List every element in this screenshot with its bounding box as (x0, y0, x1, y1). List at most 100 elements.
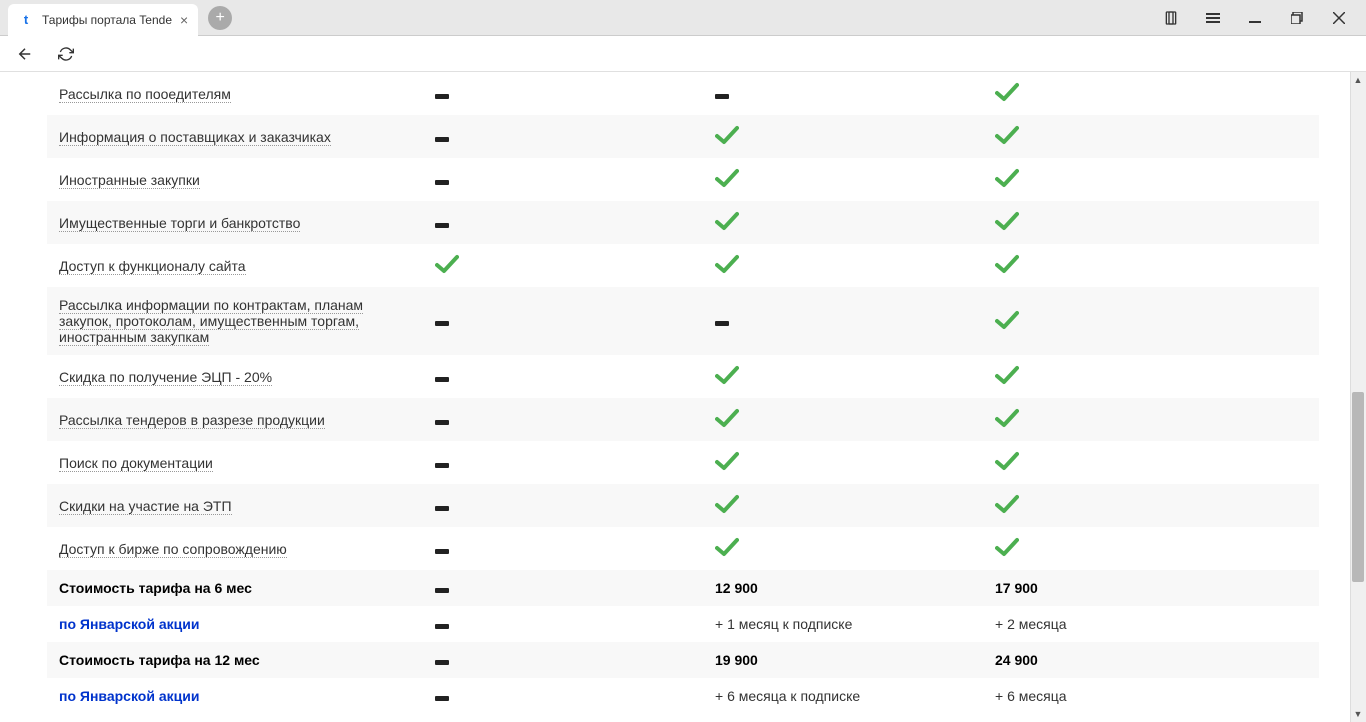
plan-cell (707, 158, 987, 201)
feature-label[interactable]: Скидка по получение ЭЦП - 20% (59, 369, 272, 386)
promo-value: + 6 месяца к подписке (715, 688, 860, 704)
plan-cell: + 6 месяца к подписке (707, 678, 987, 714)
check-icon (995, 317, 1019, 333)
feature-label-cell: Доступ к бирже по сопровождению (47, 527, 427, 570)
check-icon (995, 218, 1019, 234)
check-icon (995, 372, 1019, 388)
plan-cell (987, 287, 1319, 355)
plan-cell (427, 527, 707, 570)
feature-label[interactable]: Рассылка тендеров в разрезе продукции (59, 412, 325, 429)
feature-label[interactable]: Доступ к функционалу сайта (59, 258, 246, 275)
dash-icon (435, 549, 449, 554)
plan-cell (707, 287, 987, 355)
feature-label[interactable]: Имущественные торги и банкротство (59, 215, 300, 232)
plan-cell (707, 441, 987, 484)
plan-cell: + 6 месяца (987, 678, 1319, 714)
plan-cell (427, 158, 707, 201)
feature-label[interactable]: Иностранные закупки (59, 172, 200, 189)
plan-cell (707, 244, 987, 287)
table-row: Иностранные закупки (47, 158, 1319, 201)
promo-label: по Январской акции (59, 616, 199, 632)
browser-tab[interactable]: t Тарифы портала Tende × (8, 4, 198, 36)
price-label: Стоимость тарифа на 6 мес (59, 580, 252, 596)
plan-cell: 17 900 (987, 570, 1319, 606)
price-value: 24 900 (995, 652, 1038, 668)
tab-close-icon[interactable]: × (180, 12, 188, 28)
check-icon (995, 544, 1019, 560)
table-row: Скидки на участие на ЭТП (47, 484, 1319, 527)
plan-cell (707, 484, 987, 527)
feature-label-cell: Информация о поставщиках и заказчиках (47, 115, 427, 158)
feature-label[interactable]: Рассылка информации по контрактам, плана… (59, 297, 363, 346)
promo-value: + 1 месяц к подписке (715, 616, 852, 632)
scrollbar-thumb[interactable] (1352, 392, 1364, 582)
table-row: Имущественные торги и банкротство (47, 201, 1319, 244)
table-row: Стоимость тарифа на 12 мес19 90024 900 (47, 642, 1319, 678)
dash-icon (715, 321, 729, 326)
feature-label-cell: Рассылка информации по контрактам, плана… (47, 287, 427, 355)
price-value: 19 900 (715, 652, 758, 668)
reload-button[interactable] (58, 46, 74, 62)
table-row: Рассылка информации по контрактам, плана… (47, 287, 1319, 355)
plan-cell: + 1 месяц к подписке (707, 606, 987, 642)
plan-cell (987, 158, 1319, 201)
check-icon (995, 458, 1019, 474)
promo-value: + 2 месяца (995, 616, 1067, 632)
dash-icon (435, 506, 449, 511)
plan-cell (707, 355, 987, 398)
minimize-icon[interactable] (1246, 9, 1264, 27)
table-row: по Январской акции+ 6 месяца к подписке+… (47, 678, 1319, 714)
check-icon (715, 261, 739, 277)
plan-cell (987, 355, 1319, 398)
scroll-down-icon[interactable]: ▼ (1350, 706, 1366, 722)
menu-icon[interactable] (1204, 9, 1222, 27)
scroll-up-icon[interactable]: ▲ (1350, 72, 1366, 88)
feature-label-cell: Скидки на участие на ЭТП (47, 484, 427, 527)
plan-cell (987, 441, 1319, 484)
price-value: 12 900 (715, 580, 758, 596)
price-value: 17 900 (995, 580, 1038, 596)
dash-icon (435, 463, 449, 468)
check-icon (715, 544, 739, 560)
tab-favicon: t (18, 12, 34, 28)
maximize-icon[interactable] (1288, 9, 1306, 27)
dash-icon (715, 94, 729, 99)
price-label-cell: по Январской акции (47, 606, 427, 642)
table-row: Информация о поставщиках и заказчиках (47, 115, 1319, 158)
page-viewport: Рассылка по пооедителям Информация о пост… (0, 72, 1366, 722)
plan-cell (427, 441, 707, 484)
back-button[interactable] (16, 45, 34, 63)
feature-label[interactable]: Доступ к бирже по сопровождению (59, 541, 287, 558)
table-row: Рассылка по пооедителям (47, 72, 1319, 115)
price-label-cell: Стоимость тарифа на 6 мес (47, 570, 427, 606)
feature-label[interactable]: Рассылка по пооедителям (59, 86, 231, 103)
check-icon (995, 89, 1019, 105)
feature-label[interactable]: Информация о поставщиках и заказчиках (59, 129, 331, 146)
feature-label-cell: Рассылка по пооедителям (47, 72, 427, 115)
dash-icon (435, 180, 449, 185)
dash-icon (435, 377, 449, 382)
table-row: Рассылка тендеров в разрезе продукции (47, 398, 1319, 441)
plan-cell (427, 72, 707, 115)
feature-label-cell: Скидка по получение ЭЦП - 20% (47, 355, 427, 398)
plan-cell (427, 355, 707, 398)
page-content: Рассылка по пооедителям Информация о пост… (43, 72, 1323, 714)
bookmarks-icon[interactable] (1162, 9, 1180, 27)
close-icon[interactable] (1330, 9, 1348, 27)
table-row: Доступ к бирже по сопровождению (47, 527, 1319, 570)
feature-label[interactable]: Поиск по документации (59, 455, 213, 472)
plan-cell (427, 606, 707, 642)
plan-cell (427, 115, 707, 158)
dash-icon (435, 588, 449, 593)
check-icon (995, 132, 1019, 148)
plan-cell: + 2 месяца (987, 606, 1319, 642)
feature-label[interactable]: Скидки на участие на ЭТП (59, 498, 232, 515)
new-tab-button[interactable]: + (208, 6, 232, 30)
plan-cell (707, 115, 987, 158)
plan-cell (987, 484, 1319, 527)
browser-toolbar (0, 36, 1366, 72)
window-controls (1162, 0, 1366, 36)
plan-cell (427, 244, 707, 287)
scrollbar[interactable]: ▲ ▼ (1350, 72, 1366, 722)
check-icon (715, 415, 739, 431)
